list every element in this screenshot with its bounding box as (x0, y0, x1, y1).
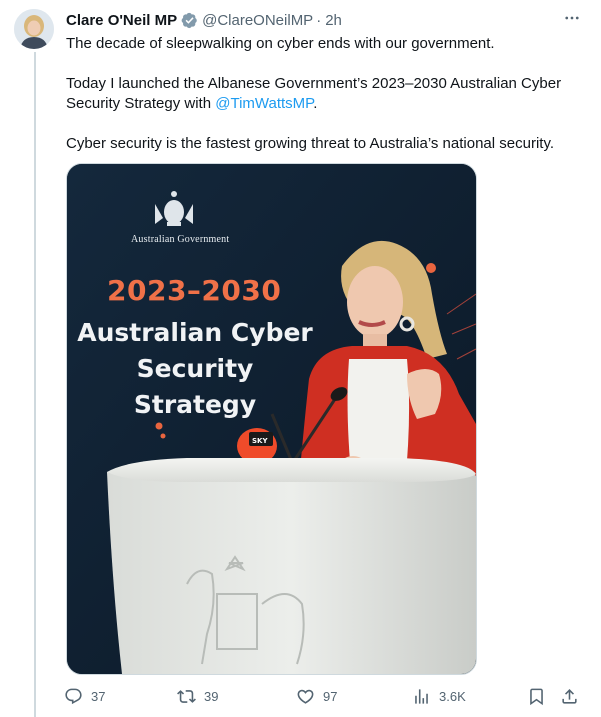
more-icon[interactable] (561, 7, 583, 29)
post-media-image[interactable]: SKY Australian Government 2023–2030 Aust… (66, 163, 477, 675)
poster-title-line2: Security Strategy (133, 354, 257, 419)
reply-count: 37 (91, 688, 106, 704)
like-button[interactable]: 97 (296, 683, 337, 709)
poster-title: Australian Cyber Security Strategy (75, 315, 315, 423)
post-time[interactable]: 2h (325, 12, 342, 29)
thread-line (34, 52, 36, 717)
repost-button[interactable]: 39 (177, 683, 218, 709)
author-handle[interactable]: @ClareONeilMP (202, 12, 313, 29)
post-text-line2-suffix: . (313, 95, 318, 112)
views-count: 3.6K (439, 688, 466, 704)
views-button[interactable]: 3.6K (412, 683, 466, 709)
share-icon (560, 687, 579, 706)
reply-icon (64, 687, 83, 706)
verified-icon (181, 12, 198, 29)
author-name[interactable]: Clare O'Neil MP (66, 12, 177, 29)
poster-title-line1: Australian Cyber (77, 318, 313, 347)
bookmark-icon (527, 687, 546, 706)
post-text-line1: The decade of sleepwalking on cyber ends… (66, 35, 495, 52)
mic-flag-text: SKY (252, 437, 268, 445)
views-icon (412, 687, 431, 706)
like-count: 97 (323, 688, 338, 704)
post-header: Clare O'Neil MP @ClareONeilMP · 2h (66, 10, 581, 30)
repost-icon (177, 687, 196, 706)
post-text: The decade of sleepwalking on cyber ends… (66, 34, 586, 154)
avatar[interactable] (14, 9, 54, 49)
like-icon (296, 687, 315, 706)
reply-button[interactable]: 37 (64, 683, 105, 709)
avatar-image (14, 9, 54, 49)
post-text-line2: Today I launched the Albanese Government… (66, 74, 586, 114)
share-button[interactable] (560, 683, 587, 709)
repost-count: 39 (204, 688, 219, 704)
poster-govt-label: Australian Government (131, 234, 230, 245)
poster-years: 2023–2030 (107, 274, 282, 307)
mention-link[interactable]: @TimWattsMP (215, 95, 313, 112)
separator-dot: · (316, 11, 322, 29)
bookmark-button[interactable] (527, 683, 554, 709)
post-text-line3: Cyber security is the fastest growing th… (66, 135, 555, 152)
action-bar: 37 39 97 3.6K (64, 683, 584, 709)
